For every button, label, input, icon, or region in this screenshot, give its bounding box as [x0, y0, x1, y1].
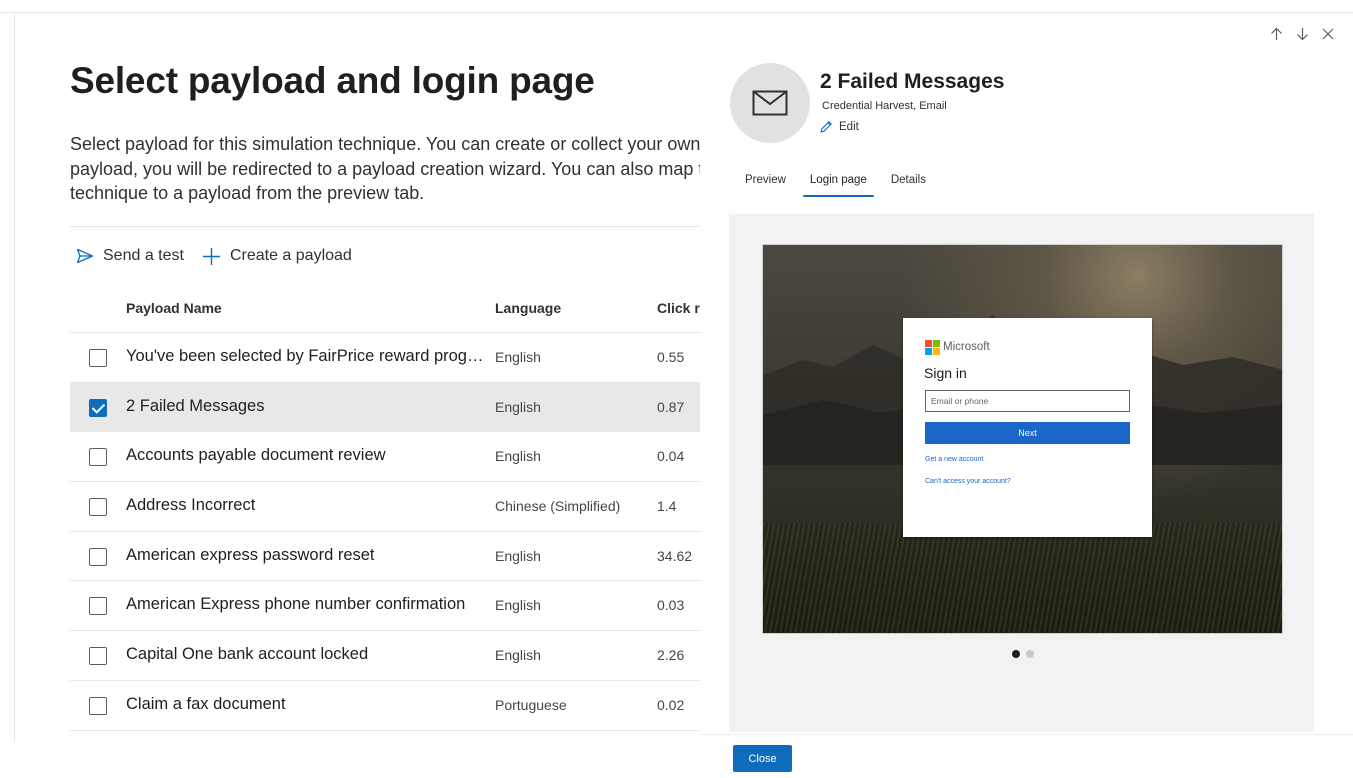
plus-icon — [202, 247, 220, 265]
row-checkbox[interactable] — [89, 597, 107, 616]
send-test-button[interactable]: Send a test — [76, 247, 184, 265]
page-description: Select payload for this simulation techn… — [70, 134, 700, 203]
email-field[interactable] — [925, 390, 1130, 412]
row-checkbox[interactable] — [89, 349, 107, 367]
cell-payload-name: You've been selected by FairPrice reward… — [126, 347, 486, 365]
cell-language: Portuguese — [495, 696, 567, 713]
cell-language: English — [495, 647, 541, 664]
microsoft-brand-text: Microsoft — [943, 341, 990, 353]
cell-language: English — [495, 398, 541, 415]
send-icon — [76, 248, 94, 264]
tab-preview[interactable]: Preview — [736, 170, 795, 198]
payload-table: Payload Name Language Click rate You've … — [70, 283, 700, 731]
cell-click-rate: 0.02 — [657, 696, 685, 713]
detail-tabs: Preview Login page Details — [736, 170, 941, 198]
tab-details[interactable]: Details — [882, 170, 935, 198]
cell-payload-name: Claim a fax document — [126, 694, 286, 713]
cell-click-rate: 0.55 — [657, 349, 685, 365]
table-row[interactable]: American Express phone number confirmati… — [70, 581, 700, 632]
microsoft-logo-icon — [925, 340, 940, 355]
cell-payload-name: American Express phone number confirmati… — [126, 595, 466, 614]
arrow-down-icon — [1296, 28, 1308, 41]
carousel-dot[interactable] — [1026, 650, 1034, 658]
row-checkbox[interactable] — [89, 647, 107, 666]
cant-access-account-link[interactable]: Can't access your account? — [925, 478, 1011, 485]
table-row[interactable]: Accounts payable document review English 0… — [70, 432, 700, 483]
close-icon — [1322, 28, 1334, 40]
row-checkbox[interactable] — [89, 498, 107, 517]
previous-item-button[interactable] — [1263, 25, 1289, 43]
table-row[interactable]: 2 Failed Messages English 0.87 — [70, 382, 700, 433]
row-checkbox[interactable] — [89, 696, 107, 715]
login-page-screenshot: Microsoft Sign in Next Get a new account… — [762, 244, 1283, 634]
close-button[interactable]: Close — [733, 745, 792, 772]
cell-language: English — [495, 547, 541, 564]
create-payload-button[interactable]: Create a payload — [202, 247, 352, 266]
table-row[interactable]: American express password reset English 34… — [70, 532, 700, 582]
page-title: Select payload and login page — [70, 60, 595, 101]
window-controls — [1263, 25, 1341, 43]
send-test-label: Send a test — [103, 247, 184, 264]
row-checkbox[interactable] — [89, 398, 107, 417]
cell-payload-name: 2 Failed Messages — [126, 396, 265, 415]
login-page-preview: Microsoft Sign in Next Get a new account… — [729, 214, 1314, 732]
create-payload-label: Create a payload — [229, 247, 352, 264]
cell-language: Chinese (Simplified) — [495, 498, 621, 515]
cell-click-rate: 1.4 — [657, 498, 677, 515]
grass-foreground — [763, 523, 1282, 633]
table-row[interactable]: Address Incorrect Chinese (Simplified) 1.4 — [70, 482, 700, 532]
table-row[interactable]: Claim a fax document Portuguese 0.02 — [70, 681, 700, 731]
payload-title: 2 Failed Messages — [820, 70, 1005, 93]
microsoft-logo: Microsoft — [925, 340, 990, 355]
payload-selection-panel: Select payload and login page Select pay… — [70, 0, 700, 778]
arrow-up-icon — [1270, 27, 1282, 40]
cell-click-rate: 34.62 — [657, 547, 693, 564]
edit-label: Edit — [839, 121, 859, 133]
cell-payload-name: Accounts payable document review — [126, 446, 386, 465]
table-row[interactable]: You've been selected by FairPrice reward… — [70, 333, 700, 383]
toolbar: Send a test Create a payload — [76, 244, 370, 268]
cell-click-rate: 2.26 — [657, 647, 685, 664]
column-header-language[interactable]: Language — [495, 300, 561, 316]
table-header: Payload Name Language Click rate — [70, 283, 700, 333]
cell-payload-name: Address Incorrect — [126, 496, 256, 515]
edit-button[interactable]: Edit — [819, 120, 859, 134]
payload-avatar — [730, 63, 810, 143]
cell-payload-name: Capital One bank account locked — [126, 645, 369, 664]
column-header-name[interactable]: Payload Name — [126, 300, 222, 316]
cell-click-rate: 0.87 — [657, 398, 685, 415]
carousel-indicator — [1012, 650, 1040, 658]
tab-login-page[interactable]: Login page — [801, 170, 876, 198]
column-header-click-rate[interactable]: Click rate — [657, 300, 700, 316]
left-divider — [14, 12, 15, 742]
payload-subtitle: Credential Harvest, Email — [822, 100, 947, 112]
cell-click-rate: 0.04 — [657, 448, 685, 465]
next-button[interactable]: Next — [925, 422, 1130, 444]
cell-language: English — [495, 349, 541, 365]
envelope-icon — [752, 90, 788, 116]
signin-heading: Sign in — [924, 365, 967, 381]
next-item-button[interactable] — [1289, 25, 1315, 43]
footer-divider — [700, 734, 1353, 735]
cell-language: English — [495, 597, 541, 614]
get-new-account-link[interactable]: Get a new account — [925, 456, 983, 463]
cell-language: English — [495, 448, 541, 465]
cell-payload-name: American express password reset — [126, 545, 375, 564]
cell-click-rate: 0.03 — [657, 597, 685, 614]
table-row[interactable]: Capital One bank account locked English 2.… — [70, 631, 700, 681]
row-checkbox[interactable] — [89, 547, 107, 566]
toolbar-divider — [70, 226, 700, 227]
carousel-dot[interactable] — [1012, 650, 1020, 658]
close-panel-button[interactable] — [1315, 25, 1341, 43]
table-body: You've been selected by FairPrice reward… — [70, 333, 700, 731]
signin-card: Microsoft Sign in Next Get a new account… — [903, 318, 1152, 537]
pencil-icon — [820, 121, 832, 133]
row-checkbox[interactable] — [89, 448, 107, 467]
